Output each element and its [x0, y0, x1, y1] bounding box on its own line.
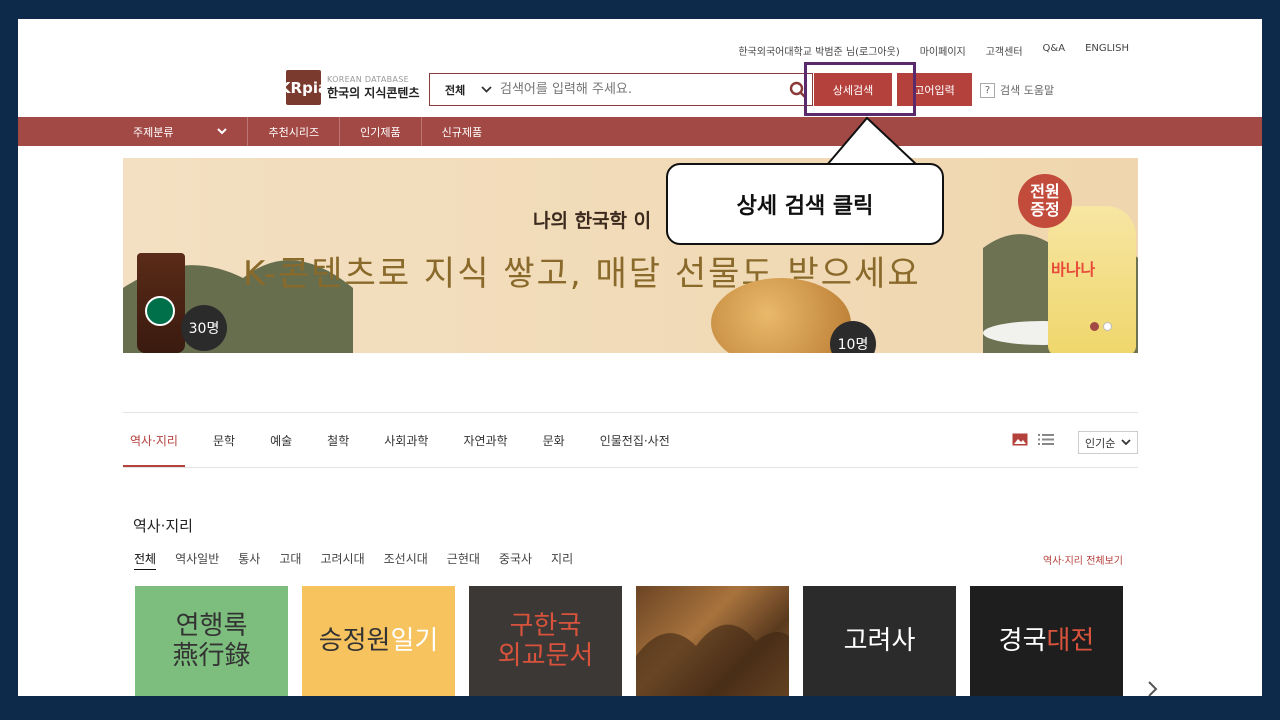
card-title: 구한국: [509, 611, 582, 641]
gift-badge: 전원 증정: [1018, 174, 1072, 228]
carousel-dot[interactable]: [1103, 322, 1112, 331]
card-title: 연행록: [175, 611, 248, 641]
mypage-link[interactable]: 마이페이지: [920, 43, 966, 58]
image-view-icon[interactable]: [1012, 433, 1028, 446]
tab-art[interactable]: 예술: [270, 432, 292, 449]
search-help-label: 검색 도움말: [1000, 84, 1055, 97]
card-title: 승정원: [318, 626, 391, 656]
main-nav: 주제분류 추천시리즈 인기제품 신규제품: [18, 117, 1262, 146]
list-view-icon[interactable]: [1038, 433, 1054, 446]
category-tabs: 역사·지리 문학 예술 철학 사회과학 자연과학 문화 인물전집·사전: [130, 432, 705, 449]
landscape-painting-image: [636, 624, 789, 696]
subtab-chinese-history[interactable]: 중국사: [499, 550, 532, 570]
callout-pointer: [826, 116, 918, 166]
subtab-modern[interactable]: 근현대: [447, 550, 480, 570]
subtab-goryeo[interactable]: 고려시대: [320, 550, 364, 570]
product-card[interactable]: 구한국 외교문서: [469, 586, 622, 696]
chevron-right-icon[interactable]: [1147, 679, 1159, 696]
nav-label: 주제분류: [133, 125, 174, 139]
section-title: 역사·지리: [133, 517, 193, 535]
product-card[interactable]: 고려사: [803, 586, 956, 696]
nav-popular-products[interactable]: 인기제품: [360, 124, 400, 140]
nav-new-products[interactable]: 신규제품: [442, 124, 482, 140]
help-icon: ?: [980, 82, 995, 98]
product-card[interactable]: 연행록 燕行錄: [135, 586, 288, 696]
product-card[interactable]: 승정원일기: [302, 586, 455, 696]
tab-social-science[interactable]: 사회과학: [384, 432, 428, 449]
subtab-history-general[interactable]: 역사일반: [175, 550, 219, 570]
tab-biography-dictionary[interactable]: 인물전집·사전: [600, 432, 670, 449]
logo-subtitle: KOREAN DATABASE: [327, 74, 409, 84]
card-title-accent: 대전: [1046, 626, 1095, 656]
qna-link[interactable]: Q&A: [1043, 43, 1066, 58]
gift-badge-text: 전원 증정: [1030, 182, 1060, 219]
product-cards: 연행록 燕行錄 승정원일기 구한국 외교문서 고려사 경국대전: [135, 586, 1123, 696]
instruction-callout: 상세 검색 클릭: [666, 163, 944, 245]
search-help-link[interactable]: ? 검색 도움말: [980, 82, 1054, 98]
product-card[interactable]: [636, 586, 789, 696]
card-title: 고려사: [843, 626, 916, 656]
user-logout-link[interactable]: 한국외국어대학교 박범준 님(로그아웃): [738, 43, 899, 58]
view-all-link[interactable]: 역사·지리 전체보기: [1043, 552, 1123, 567]
sort-value: 인기순: [1085, 436, 1116, 450]
card-title-accent: 일기: [390, 626, 439, 656]
carousel-dots[interactable]: [1090, 322, 1112, 331]
tab-natural-science[interactable]: 자연과학: [463, 432, 507, 449]
chevron-down-icon: [481, 83, 492, 96]
nav-subject-category[interactable]: 주제분류: [133, 124, 228, 140]
card-subtitle: 燕行錄: [172, 641, 251, 671]
card-title: 경국: [998, 626, 1047, 656]
subtab-joseon[interactable]: 조선시대: [384, 550, 428, 570]
search-input[interactable]: [500, 82, 784, 97]
subtab-geography[interactable]: 지리: [551, 550, 573, 570]
tab-history-geography[interactable]: 역사·지리: [130, 432, 178, 449]
card-subtitle: 외교문서: [497, 641, 594, 671]
search-bar: 전체: [429, 73, 813, 106]
view-toggle: [1012, 433, 1054, 446]
sort-select[interactable]: 인기순: [1078, 431, 1138, 454]
product-card[interactable]: 경국대전: [970, 586, 1123, 696]
chevron-down-icon: [1121, 439, 1131, 446]
starbucks-logo-icon: [145, 296, 175, 326]
english-link[interactable]: ENGLISH: [1085, 43, 1129, 58]
subtab-ancient[interactable]: 고대: [279, 550, 301, 570]
carousel-dot-active[interactable]: [1090, 322, 1099, 331]
tab-literature[interactable]: 문학: [213, 432, 235, 449]
customer-center-link[interactable]: 고객센터: [986, 43, 1023, 58]
milk-label: 바나나: [1051, 260, 1096, 279]
site-logo[interactable]: KRpia KOREAN DATABASE 한국의 지식콘텐츠: [279, 70, 420, 105]
highlight-box: [804, 62, 916, 116]
winner-count-badge: 30명: [181, 305, 227, 351]
nav-recommended-series[interactable]: 추천시리즈: [268, 124, 319, 140]
subcategory-tabs: 전체 역사일반 통사 고대 고려시대 조선시대 근현대 중국사 지리: [134, 550, 592, 570]
logo-title: 한국의 지식콘텐츠: [327, 85, 420, 100]
search-scope-value: 전체: [445, 83, 466, 97]
browser-viewport: 한국외국어대학교 박범준 님(로그아웃) 마이페이지 고객센터 Q&A ENGL…: [18, 19, 1262, 696]
subtab-general-history[interactable]: 통사: [238, 550, 260, 570]
utility-links: 한국외국어대학교 박범준 님(로그아웃) 마이페이지 고객센터 Q&A ENGL…: [738, 43, 1129, 58]
chevron-down-icon: [217, 128, 228, 135]
promo-banner[interactable]: 30명 나의 한국학 이 K-콘텐츠로 지식 쌓고, 매달 선물도 받으세요 1…: [123, 158, 1138, 353]
search-scope-select[interactable]: 전체: [430, 82, 500, 98]
banner-headline-top: 나의 한국학 이: [533, 210, 652, 232]
subtab-all[interactable]: 전체: [134, 550, 157, 570]
tab-culture[interactable]: 문화: [543, 432, 565, 449]
krpia-logo-icon: KRpia: [279, 70, 328, 105]
tab-philosophy[interactable]: 철학: [327, 432, 349, 449]
